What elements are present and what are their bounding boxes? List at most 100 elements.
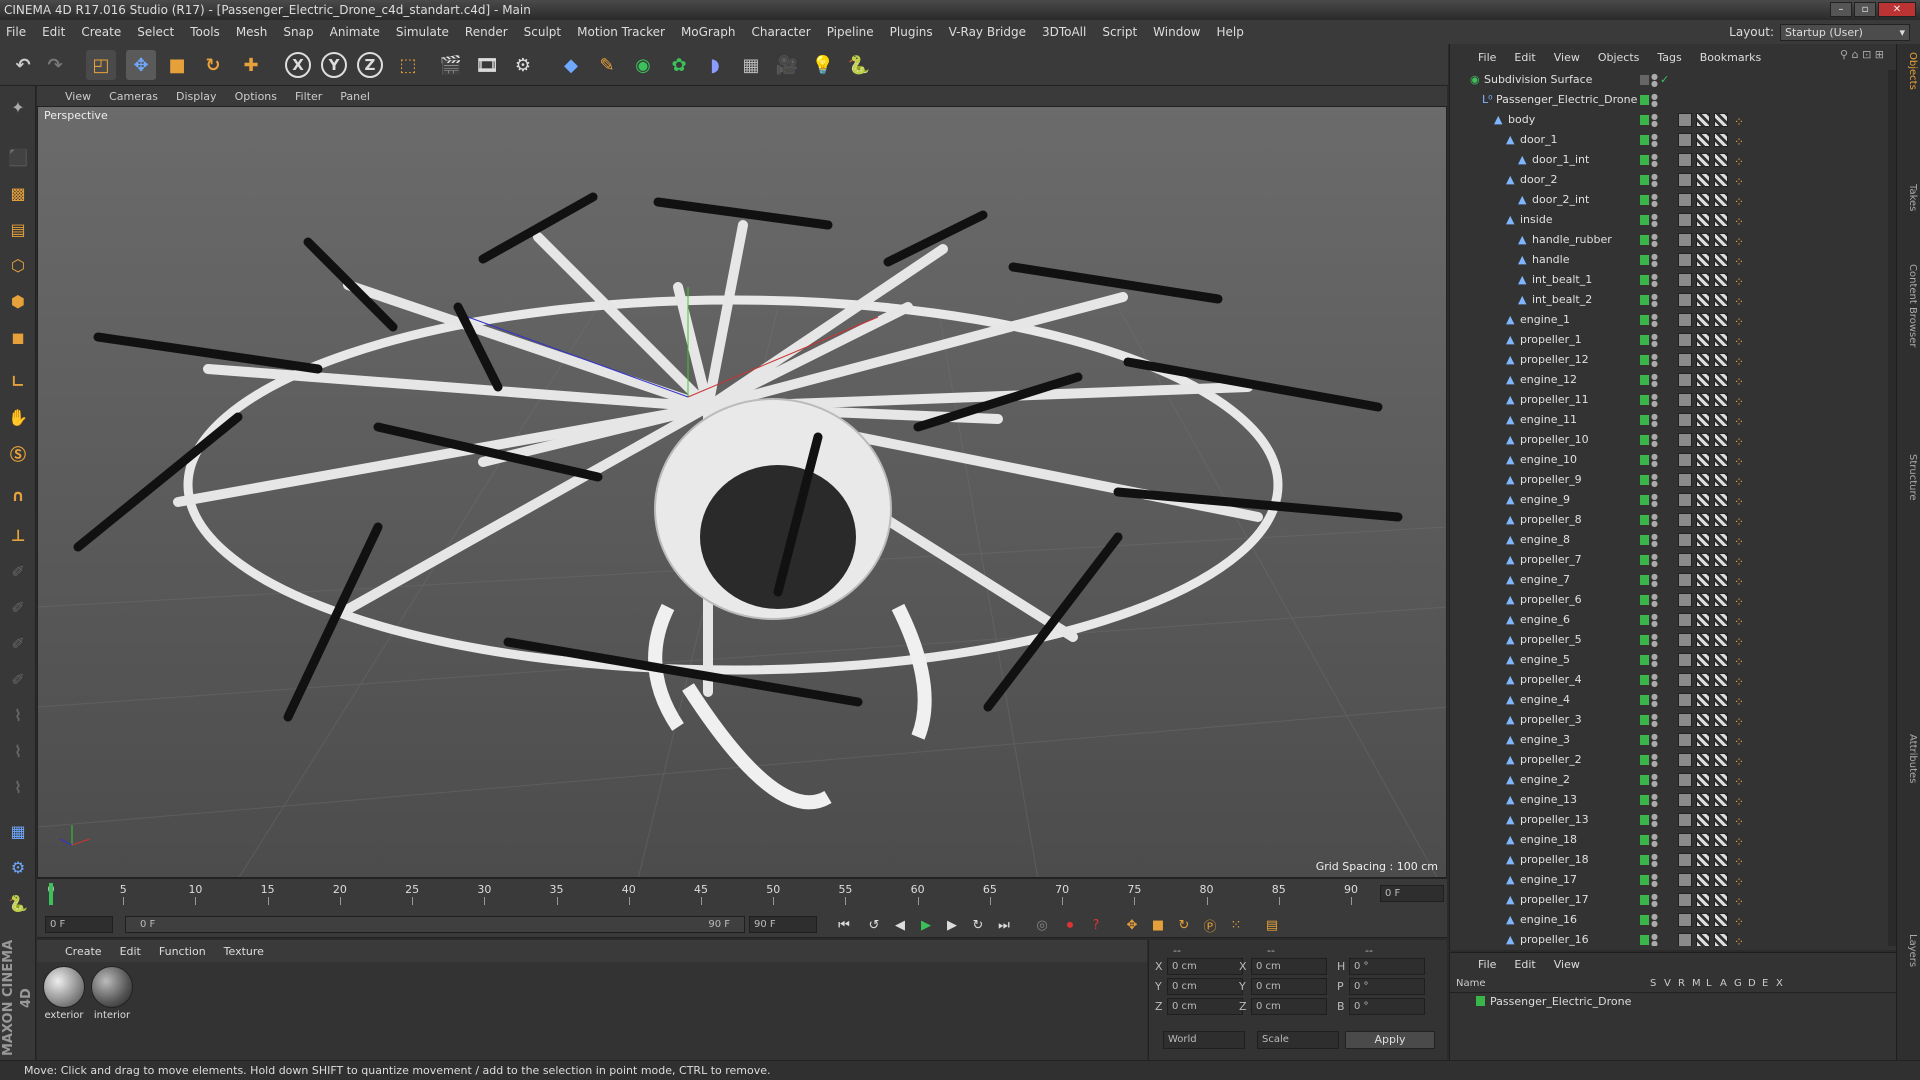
side-tab-layers[interactable]: Layers [1900,934,1918,967]
texture-tag-icon[interactable] [1696,333,1710,347]
texture-tag-icon[interactable] [1696,613,1710,627]
menu-character[interactable]: Character [751,25,810,39]
deformer-icon[interactable]: ◗ [700,50,730,80]
phong-tag-icon[interactable] [1678,193,1692,207]
texture-tag-icon[interactable] [1714,433,1728,447]
texture-tag-icon[interactable] [1714,853,1728,867]
visibility-toggle-icon[interactable]: ● ● [1651,633,1658,648]
visibility-toggle-icon[interactable]: ● ● [1651,313,1658,328]
viewport-menu-filter[interactable]: Filter [295,90,322,103]
live-selection-icon[interactable]: ◰ [86,50,116,80]
object-row[interactable]: ▲ propeller_11 ● ● ⁘ [1450,390,1890,410]
texture-tag-icon[interactable] [1714,233,1728,247]
selection-tag-icon[interactable]: ⁘ [1734,732,1744,752]
selection-tag-icon[interactable]: ⁘ [1734,792,1744,812]
selection-tag-icon[interactable]: ⁘ [1734,932,1744,946]
play-icon[interactable]: ▶ [915,915,937,935]
texture-tag-icon[interactable] [1696,533,1710,547]
menu-select[interactable]: Select [137,25,174,39]
texture-tag-icon[interactable] [1714,573,1728,587]
object-row[interactable]: ▲ door_1 ● ● ⁘ [1450,130,1890,150]
coord-value-field[interactable]: 0 ° [1349,978,1425,995]
object-row[interactable]: ▲ propeller_13 ● ● ⁘ [1450,810,1890,830]
phong-tag-icon[interactable] [1678,173,1692,187]
texture-tag-icon[interactable] [1714,513,1728,527]
selection-tag-icon[interactable]: ⁘ [1734,492,1744,512]
visibility-toggle-icon[interactable]: ● ● [1651,493,1658,508]
phong-tag-icon[interactable] [1678,873,1692,887]
selection-tag-icon[interactable]: ⁘ [1734,692,1744,712]
magnet-tool-icon[interactable]: ⌇ [3,736,33,766]
texture-tag-icon[interactable] [1714,273,1728,287]
selection-tag-icon[interactable]: ⁘ [1734,832,1744,852]
side-tab-content-browser[interactable]: Content Browser [1900,264,1918,347]
move-tool-icon[interactable]: ✥ [126,50,156,80]
start-frame-field[interactable]: 0 F [45,916,113,933]
visibility-toggle-icon[interactable]: ● ● [1651,593,1658,608]
object-row[interactable]: ◉ Subdivision Surface ● ● ✓ [1450,70,1890,90]
knife-tool-icon[interactable]: ⌇ [3,700,33,730]
playhead[interactable] [49,883,53,905]
render-settings-icon[interactable]: ⚙ [508,50,538,80]
texture-tag-icon[interactable] [1714,913,1728,927]
layer-column-a[interactable]: A [1720,978,1727,989]
visibility-toggle-icon[interactable]: ● ● [1651,133,1658,148]
menu-sculpt[interactable]: Sculpt [524,25,561,39]
python-icon[interactable]: 🐍 [844,50,874,80]
polygons-mode-icon[interactable]: ◼ [3,322,33,352]
smooth-tool-icon[interactable]: ✐ [3,664,33,694]
object-row[interactable]: ▲ engine_9 ● ● ⁘ [1450,490,1890,510]
object-row[interactable]: ▲ engine_17 ● ● ⁘ [1450,870,1890,890]
side-tab-takes[interactable]: Takes [1900,184,1918,211]
visibility-toggle-icon[interactable]: ● ● [1651,113,1658,128]
object-row[interactable]: ▲ engine_1 ● ● ⁘ [1450,310,1890,330]
visibility-toggle-icon[interactable]: ● ● [1651,753,1658,768]
selection-tag-icon[interactable]: ⁘ [1734,352,1744,372]
phong-tag-icon[interactable] [1678,313,1692,327]
selection-tag-icon[interactable]: ⁘ [1734,272,1744,292]
selection-tag-icon[interactable]: ⁘ [1734,472,1744,492]
selection-tag-icon[interactable]: ⁘ [1734,192,1744,212]
texture-tag-icon[interactable] [1696,893,1710,907]
side-tab-objects[interactable]: Objects [1900,52,1918,90]
phong-tag-icon[interactable] [1678,713,1692,727]
phong-tag-icon[interactable] [1678,293,1692,307]
menu-render[interactable]: Render [465,25,508,39]
layer-column-g[interactable]: G [1734,978,1742,989]
axis-mode-icon[interactable]: ∟ [3,366,33,396]
layer-column-e[interactable]: E [1762,978,1768,989]
menu-tools[interactable]: Tools [190,25,220,39]
phong-tag-icon[interactable] [1678,833,1692,847]
phong-tag-icon[interactable] [1678,493,1692,507]
visibility-toggle-icon[interactable]: ● ● [1651,453,1658,468]
material-menu-edit[interactable]: Edit [120,945,141,958]
menu-help[interactable]: Help [1216,25,1243,39]
visibility-toggle-icon[interactable]: ● ● [1651,733,1658,748]
object-menu-tags[interactable]: Tags [1657,51,1681,64]
object-row[interactable]: ▲ door_2 ● ● ⁘ [1450,170,1890,190]
points-mode-icon[interactable]: ⬡ [3,250,33,280]
texture-tag-icon[interactable] [1714,773,1728,787]
object-row[interactable]: L⁰ Passenger_Electric_Drone ● ● [1450,90,1890,110]
object-row[interactable]: ▲ propeller_18 ● ● ⁘ [1450,850,1890,870]
texture-tag-icon[interactable] [1696,273,1710,287]
object-row[interactable]: ▲ engine_11 ● ● ⁘ [1450,410,1890,430]
visibility-toggle-icon[interactable]: ● ● [1651,533,1658,548]
object-row[interactable]: ▲ engine_16 ● ● ⁘ [1450,910,1890,930]
visibility-toggle-icon[interactable]: ● ● [1651,253,1658,268]
visibility-toggle-icon[interactable]: ● ● [1651,893,1658,908]
selection-tag-icon[interactable]: ⁘ [1734,612,1744,632]
texture-tag-icon[interactable] [1696,753,1710,767]
texture-tag-icon[interactable] [1696,233,1710,247]
texture-mode-icon[interactable]: ▩ [3,178,33,208]
texture-tag-icon[interactable] [1696,673,1710,687]
snap-icon[interactable]: Ⓢ [3,438,33,468]
selection-tag-icon[interactable]: ⁘ [1734,292,1744,312]
phong-tag-icon[interactable] [1678,553,1692,567]
rotate-tool-icon[interactable]: ↻ [198,50,228,80]
selection-tag-icon[interactable]: ⁘ [1734,632,1744,652]
texture-tag-icon[interactable] [1714,133,1728,147]
texture-tag-icon[interactable] [1696,113,1710,127]
texture-tag-icon[interactable] [1714,893,1728,907]
visibility-toggle-icon[interactable]: ● ● [1651,473,1658,488]
